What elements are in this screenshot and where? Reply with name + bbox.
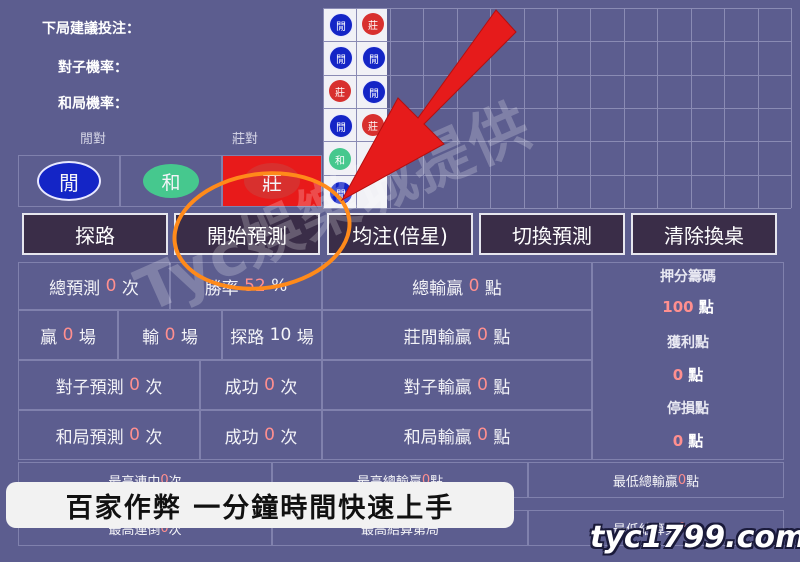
pair-rate-label: 對子機率： [58, 60, 128, 76]
clear-table-button[interactable]: 清除換桌 [631, 213, 777, 255]
player-button[interactable]: 閒 [37, 161, 101, 201]
bet-amount[interactable]: 100 點 [592, 296, 784, 317]
profit-header: 獲利點 [667, 335, 709, 351]
tie-predict-cell: 和局預測 0 次 [18, 410, 200, 460]
suggest-label: 下局建議投注： [42, 21, 140, 37]
site-logo: tyc1799.com [590, 520, 800, 555]
tie-button[interactable]: 和 [143, 164, 199, 198]
pair-success-cell: 成功 0 次 [200, 360, 322, 410]
player-pair-header: 閒對 [80, 132, 107, 147]
tie-success-cell: 成功 0 次 [200, 410, 322, 460]
player-cell[interactable]: 閒 [18, 155, 120, 207]
bet-header: 押分籌碼 [660, 269, 716, 285]
profit-amount[interactable]: 0 點 [592, 364, 784, 385]
bp-win-cell: 莊閒輸贏 0 點 [322, 310, 592, 360]
stop-amount[interactable]: 0 點 [592, 430, 784, 451]
stop-header: 停損點 [667, 401, 709, 417]
tie-win-cell: 和局輸贏 0 點 [322, 410, 592, 460]
tie-rate-label: 和局機率： [58, 96, 128, 112]
wins-cell: 贏 0 場 [18, 310, 118, 360]
pair-predict-cell: 對子預測 0 次 [18, 360, 200, 410]
switch-predict-button[interactable]: 切換預測 [479, 213, 625, 255]
promo-banner: 百家作弊 一分鐘時間快速上手 [6, 482, 514, 528]
red-arrow-icon [340, 9, 517, 202]
pair-win-cell: 對子輸贏 0 點 [322, 360, 592, 410]
explore-count-cell: 探路 10 場 [222, 310, 322, 360]
grid-line-vertical [791, 8, 792, 208]
banker-pair-header: 莊對 [232, 132, 259, 147]
total-win-cell: 總輸贏 0 點 [322, 262, 592, 310]
min-total-cell: 最低總輸贏 0 點 [528, 462, 784, 498]
